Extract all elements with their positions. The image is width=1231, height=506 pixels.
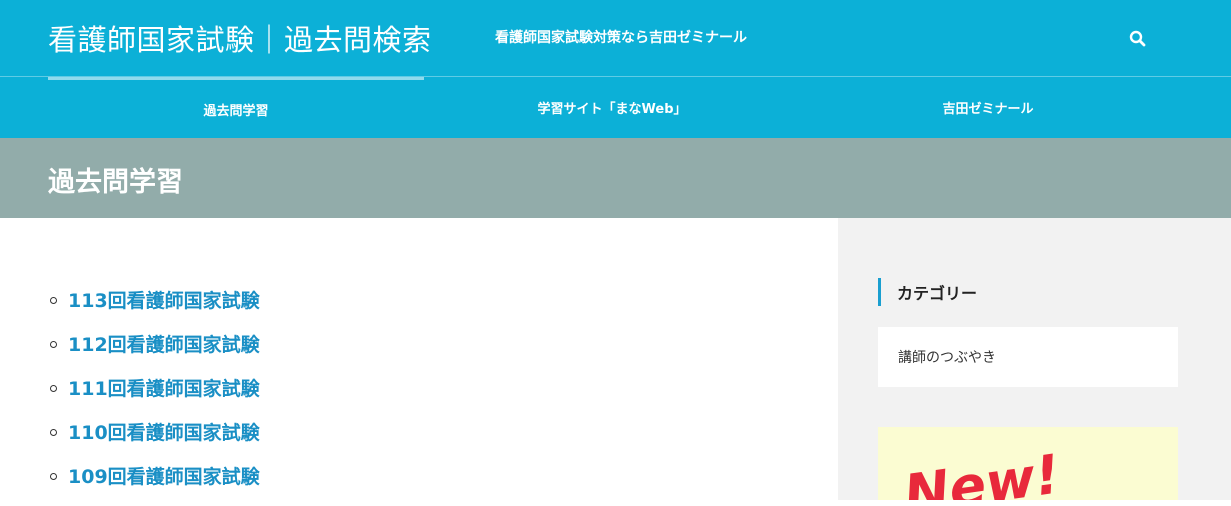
search-button[interactable] (1127, 28, 1149, 50)
category-list: 講師のつぶやき (878, 327, 1178, 387)
header-top-bar: 看護師国家試験｜過去問検索 看護師国家試験対策なら吉田ゼミナール (0, 0, 1231, 77)
exam-link-109[interactable]: 109回看護師国家試験 (68, 462, 260, 489)
nav-item-manaweb[interactable]: 学習サイト「まなWeb」 (424, 77, 800, 138)
list-item: 111回看護師国家試験 (50, 374, 260, 418)
search-icon (1129, 30, 1146, 47)
nav-item-yoshida-seminar[interactable]: 吉田ゼミナール (800, 77, 1176, 138)
sidebar: カテゴリー 講師のつぶやき New! (838, 218, 1231, 500)
bullet-circle-icon (50, 341, 57, 348)
exam-link-111[interactable]: 111回看護師国家試験 (68, 374, 260, 401)
exam-link-113[interactable]: 113回看護師国家試験 (68, 286, 260, 313)
bullet-circle-icon (50, 473, 57, 480)
site-title[interactable]: 看護師国家試験｜過去問検索 (48, 17, 432, 59)
exam-link-112[interactable]: 112回看護師国家試験 (68, 330, 260, 357)
new-banner-graphic: New! (900, 442, 1064, 500)
site-description: 看護師国家試験対策なら吉田ゼミナール (495, 30, 747, 46)
bullet-circle-icon (50, 429, 57, 436)
new-banner[interactable]: New! (878, 427, 1178, 500)
page-header: 過去問学習 (0, 138, 1231, 218)
bullet-circle-icon (50, 297, 57, 304)
exam-link-110[interactable]: 110回看護師国家試験 (68, 418, 260, 445)
list-item: 112回看護師国家試験 (50, 330, 260, 374)
global-nav: 過去問学習 学習サイト「まなWeb」 吉田ゼミナール (48, 77, 1182, 138)
new-banner-text: New! (900, 442, 1064, 500)
exam-list: 113回看護師国家試験 112回看護師国家試験 111回看護師国家試験 110回… (50, 286, 260, 506)
main-content: 113回看護師国家試験 112回看護師国家試験 111回看護師国家試験 110回… (0, 218, 838, 500)
list-item: 110回看護師国家試験 (50, 418, 260, 462)
list-item: 113回看護師国家試験 (50, 286, 260, 330)
page-title: 過去問学習 (48, 167, 183, 198)
site-header: 看護師国家試験｜過去問検索 看護師国家試験対策なら吉田ゼミナール 過去問学習 学… (0, 0, 1231, 138)
bullet-circle-icon (50, 385, 57, 392)
category-item-lecturer-tweets[interactable]: 講師のつぶやき (898, 347, 996, 367)
list-item: 109回看護師国家試験 (50, 462, 260, 506)
nav-item-past-questions[interactable]: 過去問学習 (48, 77, 424, 138)
category-heading: カテゴリー (878, 278, 977, 306)
